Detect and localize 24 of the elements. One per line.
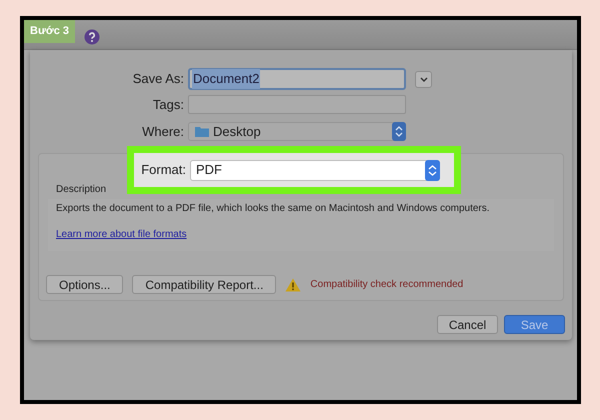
stepper-icon	[392, 122, 406, 141]
dialog-button[interactable]: Cancel	[437, 315, 498, 334]
warning-text: Compatibility check recommended	[310, 278, 464, 292]
format-popup[interactable]: PDF	[190, 160, 440, 180]
warning-icon	[285, 278, 302, 292]
tags-field[interactable]	[188, 95, 406, 114]
filename-text: Document2	[192, 69, 260, 89]
option-button[interactable]: Compatibility Report...	[132, 275, 276, 294]
location-popup[interactable]: Desktop	[188, 122, 406, 141]
file-formats-link[interactable]: Learn more about file formats	[56, 227, 187, 242]
step-badge: Bước 3	[24, 20, 76, 42]
folder-icon	[195, 125, 209, 138]
chevron-down-icon	[420, 76, 428, 82]
field-label: Format:	[140, 161, 187, 180]
expand-button[interactable]	[415, 70, 432, 88]
input-field[interactable]: Document2	[188, 68, 406, 90]
section-label: Description	[55, 183, 108, 197]
field-label: Where:	[141, 122, 185, 140]
help-icon[interactable]	[84, 29, 100, 45]
field-label: Save As:	[132, 70, 185, 88]
stepper-icon	[425, 160, 440, 180]
field-label: Tags:	[152, 96, 185, 114]
description-text: Exports the document to a PDF file, which looks the same on Macintosh and Windows computers.	[56, 202, 491, 215]
option-button[interactable]: Options...	[46, 275, 124, 294]
